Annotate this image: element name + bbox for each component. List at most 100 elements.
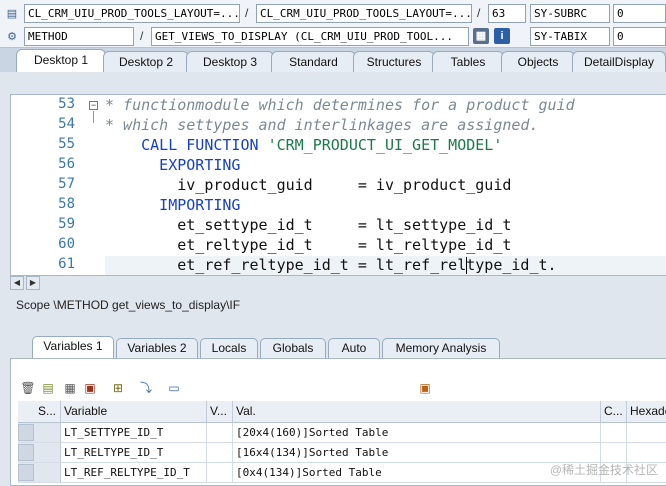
line-number: 55 [58,136,75,152]
line-number-gutter: 53 54 55 56 57 58 59 60 61 [11,95,75,275]
tab-objects[interactable]: Objects [501,51,575,72]
navigate-icon[interactable]: ⤵ [138,380,154,396]
value-cell[interactable]: [0x4(134)]Sorted Table [233,463,601,483]
source-code-editor[interactable]: 53 54 55 56 57 58 59 60 61 − * functionm… [10,94,666,276]
c-cell [601,443,627,463]
collapse-icon[interactable]: − [89,101,98,110]
code-line-56: EXPORTING [105,156,241,174]
line-number: 58 [58,196,75,212]
delete-icon[interactable]: 🗑 [20,380,36,396]
tab-standard[interactable]: Standard [271,51,356,72]
function-name-string: 'CRM_PRODUCT_UI_GET_MODEL' [267,136,503,154]
desktop-tabs: Desktop 1 Desktop 2 Desktop 3 Standard S… [0,48,666,72]
debugger-status-bar: ▤ CL_CRM_UIU_PROD_TOOLS_LAYOUT=... / CL_… [0,0,666,48]
code-line-61: et_ref_reltype_id_t = lt_ref_reltype_id_… [105,256,557,274]
tab-structures[interactable]: Structures [353,51,435,72]
code-line-58: IMPORTING [105,196,241,214]
sy-tabix-label: SY-TABIX [530,27,610,46]
line-number: 59 [58,216,75,232]
row-selector-box[interactable] [18,424,34,441]
folder-icon[interactable]: ▭ [166,380,182,396]
value-cell[interactable]: [16x4(134)]Sorted Table [233,443,601,463]
code-line-59: et_settype_id_t = lt_settype_id_t [105,216,512,234]
row-selector[interactable] [18,443,61,463]
separator: / [140,29,144,43]
row-selector-box[interactable] [18,444,34,461]
hex-cell [627,443,666,463]
tab-globals[interactable]: Globals [260,338,326,358]
v-cell [207,463,233,483]
table-row[interactable]: LT_RELTYPE_ID_T [16x4(134)]Sorted Table [18,443,666,463]
watermark: @稀土掘金技术社区 [549,463,658,477]
line-number: 60 [58,236,75,252]
v-cell [207,443,233,463]
text-cursor [466,257,467,274]
program-icon: ▤ [6,8,18,20]
tab-memory-analysis[interactable]: Memory Analysis [382,338,500,358]
column-header-value[interactable]: Val. [233,401,601,423]
layout-icon[interactable]: ▦ [62,380,78,396]
row-selector[interactable] [18,463,61,483]
table-icon[interactable]: ▤ [40,380,56,396]
value-cell[interactable]: [20x4(160)]Sorted Table [233,423,601,443]
v-cell [207,423,233,443]
separator: / [245,6,249,20]
separator: / [477,6,481,20]
variable-name-cell[interactable]: LT_REF_RELTYPE_ID_T [61,463,207,483]
line-number: 61 [58,256,75,272]
save-icon[interactable]: ▣ [417,380,433,396]
row-selector-box[interactable] [18,464,34,481]
tab-desktop-2[interactable]: Desktop 2 [103,51,189,72]
sy-subrc-value: 0 [613,4,666,23]
save-variant-icon[interactable]: ▣ [82,380,98,396]
method-icon: ⚙ [7,31,17,43]
tab-auto[interactable]: Auto [328,338,380,358]
tab-variables-2[interactable]: Variables 2 [116,338,198,358]
column-header-c[interactable]: C... [601,401,627,423]
table-row[interactable]: LT_SETTYPE_ID_T [20x4(160)]Sorted Table [18,423,666,443]
variable-name-cell[interactable]: LT_RELTYPE_ID_T [61,443,207,463]
row-selector[interactable] [18,423,61,443]
status-row-program: ▤ CL_CRM_UIU_PROD_TOOLS_LAYOUT=... / CL_… [0,4,666,26]
variable-name-cell[interactable]: LT_SETTYPE_ID_T [61,423,207,443]
code-line-57: iv_product_guid = iv_product_guid [105,176,512,194]
program-field[interactable]: CL_CRM_UIU_PROD_TOOLS_LAYOUT=... [24,4,240,23]
column-header-variable[interactable]: Variable [61,401,207,423]
hex-cell [627,423,666,443]
sy-tabix-value: 0 [613,27,666,46]
status-row-method: ⚙ METHOD / GET_VIEWS_TO_DISPLAY (CL_CRM_… [0,27,666,49]
info-icon[interactable]: i [494,28,510,44]
event-name-field[interactable]: GET_VIEWS_TO_DISPLAY (CL_CRM_UIU_PROD_TO… [151,27,469,46]
horizontal-scrollbar[interactable]: ◀ ▶ [10,276,52,290]
column-header-v[interactable]: V... [207,401,233,423]
line-number: 53 [58,96,75,112]
tab-tables[interactable]: Tables [432,51,504,72]
tab-variables-1[interactable]: Variables 1 [32,336,114,358]
scroll-left-icon[interactable]: ◀ [10,276,24,290]
scope-label: Scope \METHOD get_views_to_display\IF [16,298,241,312]
c-cell [601,423,627,443]
line-number: 54 [58,116,75,132]
tab-detaildisplay[interactable]: DetailDisplay [572,51,666,72]
code-line-60: et_reltype_id_t = lt_reltype_id_t [105,236,512,254]
tab-locals[interactable]: Locals [200,338,258,358]
tab-desktop-1[interactable]: Desktop 1 [16,49,106,72]
include-field[interactable]: CL_CRM_UIU_PROD_TOOLS_LAYOUT=... [256,4,472,23]
code-line-54: * which settypes and interlinkages are a… [105,116,539,134]
variables-tabs: Variables 1 Variables 2 Locals Globals A… [0,336,666,358]
navigate-icon[interactable]: ▦ [473,28,489,44]
column-header-s[interactable]: S... [18,401,61,423]
line-number: 57 [58,176,75,192]
call-function-keyword: CALL FUNCTION [105,136,268,154]
hierarchy-icon[interactable]: ⊞ [110,380,126,396]
sy-subrc-label: SY-SUBRC [530,4,610,23]
code-line-53: * functionmodule which determines for a … [105,96,575,114]
line-number: 56 [58,156,75,172]
event-type-field[interactable]: METHOD [24,27,134,46]
scroll-right-icon[interactable]: ▶ [26,276,40,290]
code-line-55: CALL FUNCTION 'CRM_PRODUCT_UI_GET_MODEL' [105,135,502,155]
fold-guide [93,111,94,123]
column-header-hexadecimal[interactable]: Hexade [627,401,666,423]
tab-desktop-3[interactable]: Desktop 3 [186,51,274,72]
line-number-field[interactable]: 63 [488,4,526,23]
